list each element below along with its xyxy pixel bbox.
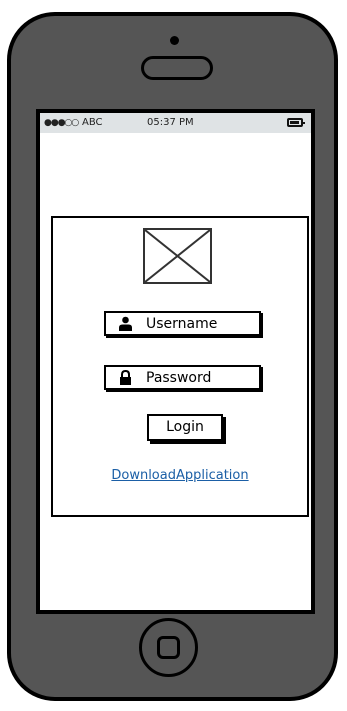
lock-icon (120, 370, 131, 385)
signal-strength-icon: ●●●○○ (44, 118, 79, 128)
username-placeholder: Username (146, 316, 218, 332)
earpiece-speaker-icon (141, 56, 213, 80)
password-field[interactable]: Password (104, 365, 261, 390)
device-screen: ●●●○○ ABC 05:37 PM Username Password Log… (36, 109, 315, 614)
image-placeholder-icon (143, 228, 212, 284)
download-application-link[interactable]: DownloadApplication (53, 468, 307, 483)
status-bar: ●●●○○ ABC 05:37 PM (40, 113, 311, 133)
home-button[interactable] (139, 618, 198, 677)
battery-icon (287, 118, 305, 127)
username-field[interactable]: Username (104, 311, 261, 336)
user-icon (119, 316, 132, 331)
login-card: Username Password Login DownloadApplicat… (51, 216, 309, 517)
home-square-icon (157, 636, 180, 659)
login-button[interactable]: Login (147, 414, 223, 441)
device-stage: ●●●○○ ABC 05:37 PM Username Password Log… (0, 0, 347, 711)
front-camera-icon (170, 36, 179, 45)
password-placeholder: Password (146, 370, 212, 386)
carrier-name: ABC (82, 117, 103, 128)
status-time: 05:37 PM (147, 117, 194, 128)
